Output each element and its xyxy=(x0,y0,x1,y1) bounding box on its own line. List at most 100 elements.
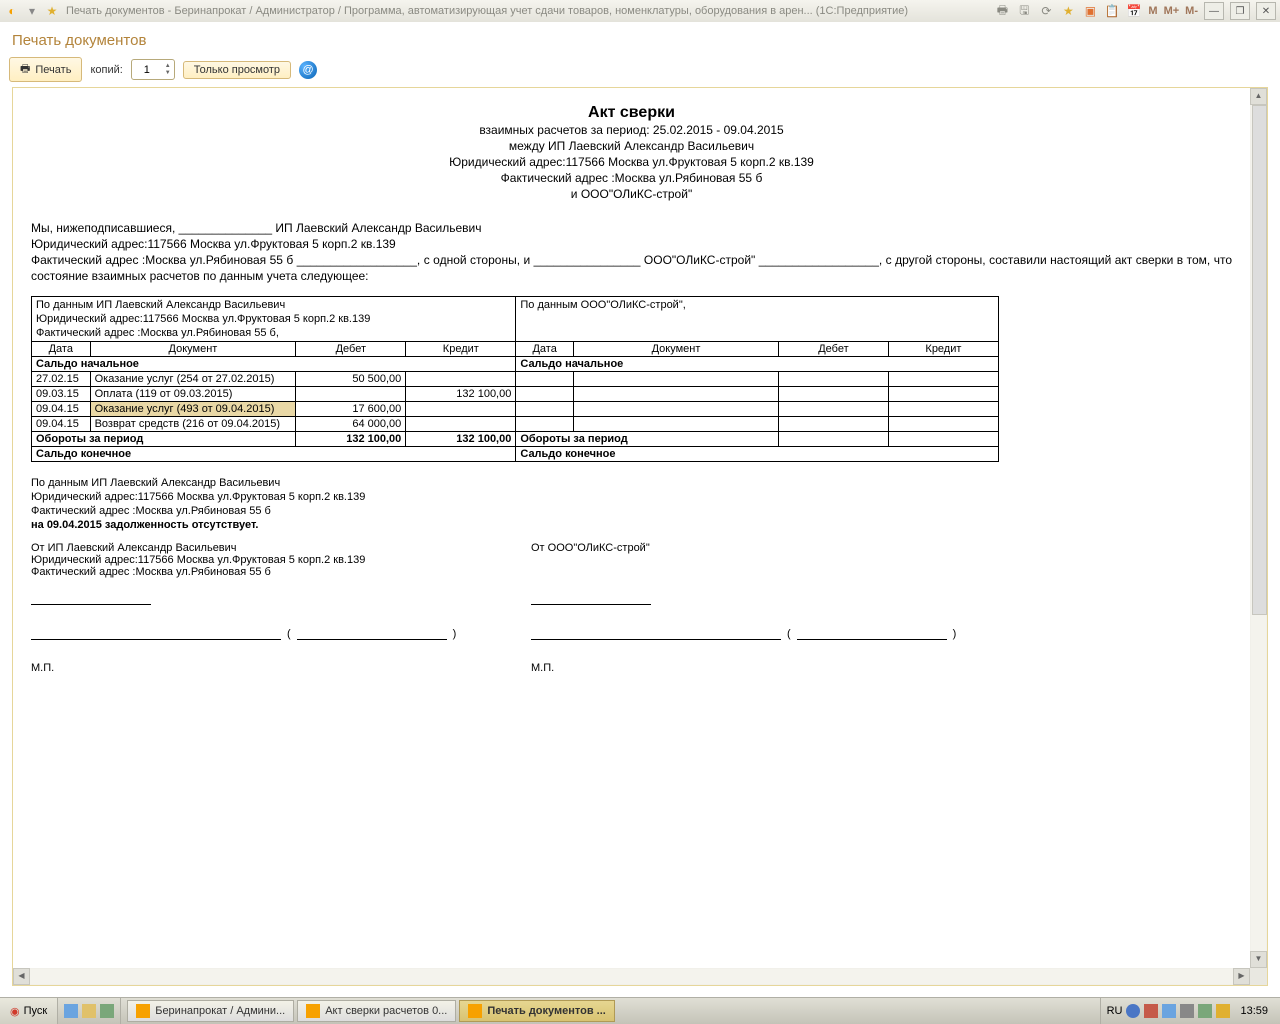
col-debit-left: Дебет xyxy=(296,342,406,357)
scroll-track-h[interactable] xyxy=(30,969,1233,984)
toolbar: 🖶 Печать копий: ▲ ▼ Только просмотр @ xyxy=(0,57,1280,88)
desktop-icon[interactable] xyxy=(64,1004,78,1018)
document-page: Акт сверки взаимных расчетов за период: … xyxy=(13,88,1250,968)
save-icon[interactable]: 🖫 xyxy=(1016,3,1032,19)
cell-date: 09.04.15 xyxy=(32,417,91,432)
scroll-up-icon[interactable]: ▲ xyxy=(1250,88,1267,105)
left-party-header: По данным ИП Лаевский Александр Васильев… xyxy=(32,297,516,342)
cell-date: 09.04.15 xyxy=(32,402,91,417)
ql-icon[interactable] xyxy=(100,1004,114,1018)
copies-spinner[interactable]: ▲ ▼ xyxy=(131,59,175,80)
table-row[interactable]: 27.02.15Оказание услуг (254 от 27.02.201… xyxy=(32,372,999,387)
cell-empty xyxy=(516,387,574,402)
mp-right: М.П. xyxy=(531,662,971,674)
preamble-line1: Мы, нижеподписавшиеся, ______________ ИП… xyxy=(31,220,1232,236)
tray-help-icon[interactable] xyxy=(1126,1004,1140,1018)
cell-debit: 50 500,00 xyxy=(296,372,406,387)
doc-sub5: и ООО"ОЛиКС-строй" xyxy=(31,186,1232,202)
calendar-icon[interactable]: 📅 xyxy=(1126,3,1142,19)
print-icon[interactable]: 🖶 xyxy=(994,3,1010,19)
spinner-up-icon[interactable]: ▲ xyxy=(162,63,174,70)
only-view-button[interactable]: Только просмотр xyxy=(183,61,291,79)
content-area: Печать документов 🖶 Печать копий: ▲ ▼ То… xyxy=(0,22,1280,998)
doc-sub3: Юридический адрес:117566 Москва ул.Фрукт… xyxy=(31,154,1232,170)
cell-date: 09.03.15 xyxy=(32,387,91,402)
close-button[interactable]: ✕ xyxy=(1256,2,1276,20)
system-tray: RU 13:59 xyxy=(1100,998,1280,1024)
sig-left-from: От ИП Лаевский Александр Васильевич xyxy=(31,542,471,554)
cell-empty xyxy=(779,372,889,387)
sig-left-a2: Фактический адрес :Москва ул.Рябиновая 5… xyxy=(31,566,471,578)
copies-label: копий: xyxy=(90,64,122,76)
cell-empty xyxy=(779,387,889,402)
cell-debit: 17 600,00 xyxy=(296,402,406,417)
cell-credit xyxy=(406,402,516,417)
titlebar: ◐ ▾ ★ Печать документов - Беринапрокат /… xyxy=(0,0,1280,23)
col-credit-right: Кредит xyxy=(888,342,998,357)
explorer-icon[interactable] xyxy=(82,1004,96,1018)
scroll-down-icon[interactable]: ▼ xyxy=(1250,951,1267,968)
cell-empty xyxy=(573,387,778,402)
saldo-start-left: Сальдо начальное xyxy=(32,357,516,372)
tray-shield-icon[interactable] xyxy=(1144,1004,1158,1018)
dropdown-icon[interactable]: ▾ xyxy=(24,3,40,19)
tray-sound-icon[interactable] xyxy=(1180,1004,1194,1018)
sig-right-from: От ООО"ОЛиКС-строй" xyxy=(531,542,971,554)
minimize-button[interactable]: — xyxy=(1204,2,1224,20)
signatures: От ИП Лаевский Александр Васильевич Юрид… xyxy=(31,542,1232,674)
doc-sub4: Фактический адрес :Москва ул.Рябиновая 5… xyxy=(31,170,1232,186)
mem-m[interactable]: M xyxy=(1148,5,1157,17)
saldo-end-right: Сальдо конечное xyxy=(516,447,999,462)
taskbar-task-2[interactable]: Акт сверки расчетов 0... xyxy=(297,1000,456,1022)
clock[interactable]: 13:59 xyxy=(1234,1005,1274,1017)
mem-m-minus[interactable]: M- xyxy=(1185,5,1198,17)
table-row[interactable]: 09.03.15Оплата (119 от 09.03.2015)132 10… xyxy=(32,387,999,402)
scroll-right-icon[interactable]: ▶ xyxy=(1233,968,1250,985)
tray-network-icon[interactable] xyxy=(1162,1004,1176,1018)
cell-debit: 64 000,00 xyxy=(296,417,406,432)
cell-empty xyxy=(516,417,574,432)
tray-usb-icon[interactable] xyxy=(1198,1004,1212,1018)
star-icon[interactable]: ★ xyxy=(1060,3,1076,19)
cell-empty xyxy=(573,372,778,387)
footer-text: По данным ИП Лаевский Александр Васильев… xyxy=(31,476,1232,532)
favorites-icon[interactable]: ★ xyxy=(44,3,60,19)
cell-doc: Оказание услуг (493 от 09.04.2015) xyxy=(90,402,296,417)
mem-m-plus[interactable]: M+ xyxy=(1164,5,1180,17)
calc-icon[interactable]: 📋 xyxy=(1104,3,1120,19)
signature-left: От ИП Лаевский Александр Васильевич Юрид… xyxy=(31,542,471,674)
vertical-scrollbar[interactable]: ▲ ▼ xyxy=(1250,88,1267,968)
help-icon[interactable]: ▣ xyxy=(1082,3,1098,19)
col-doc-right: Документ xyxy=(573,342,778,357)
refresh-icon[interactable]: ⟳ xyxy=(1038,3,1054,19)
cell-empty xyxy=(888,417,998,432)
lang-indicator[interactable]: RU xyxy=(1107,1005,1123,1017)
taskbar-task-3[interactable]: Печать документов ... xyxy=(459,1000,615,1022)
cell-doc: Оплата (119 от 09.03.2015) xyxy=(90,387,296,402)
table-row[interactable]: 09.04.15Оказание услуг (493 от 09.04.201… xyxy=(32,402,999,417)
cell-doc: Возврат средств (216 от 09.04.2015) xyxy=(90,417,296,432)
scroll-corner xyxy=(1250,968,1267,985)
cell-empty xyxy=(516,372,574,387)
taskbar-task-1[interactable]: Беринапрокат / Админи... xyxy=(127,1000,294,1022)
turnover-debit-left: 132 100,00 xyxy=(296,432,406,447)
scroll-left-icon[interactable]: ◀ xyxy=(13,968,30,985)
horizontal-scrollbar[interactable]: ◀ ▶ xyxy=(13,968,1250,985)
col-date-right: Дата xyxy=(516,342,574,357)
at-icon[interactable]: @ xyxy=(299,61,317,79)
start-button[interactable]: ◉ Пуск xyxy=(0,998,58,1024)
footer-f2: Юридический адрес:117566 Москва ул.Фрукт… xyxy=(31,490,1232,504)
mp-left: М.П. xyxy=(31,662,471,674)
col-credit-left: Кредит xyxy=(406,342,516,357)
scroll-thumb-v[interactable] xyxy=(1252,105,1267,615)
table-row[interactable]: 09.04.15Возврат средств (216 от 09.04.20… xyxy=(32,417,999,432)
cell-empty xyxy=(779,402,889,417)
maximize-button[interactable]: ❐ xyxy=(1230,2,1250,20)
signature-right: От ООО"ОЛиКС-строй" () М.П. xyxy=(531,542,971,674)
scroll-track-v[interactable] xyxy=(1251,105,1266,951)
tray-warning-icon[interactable] xyxy=(1216,1004,1230,1018)
cell-empty xyxy=(573,417,778,432)
copies-input[interactable] xyxy=(132,63,162,77)
spinner-down-icon[interactable]: ▼ xyxy=(162,70,174,77)
print-button[interactable]: 🖶 Печать xyxy=(9,57,82,82)
